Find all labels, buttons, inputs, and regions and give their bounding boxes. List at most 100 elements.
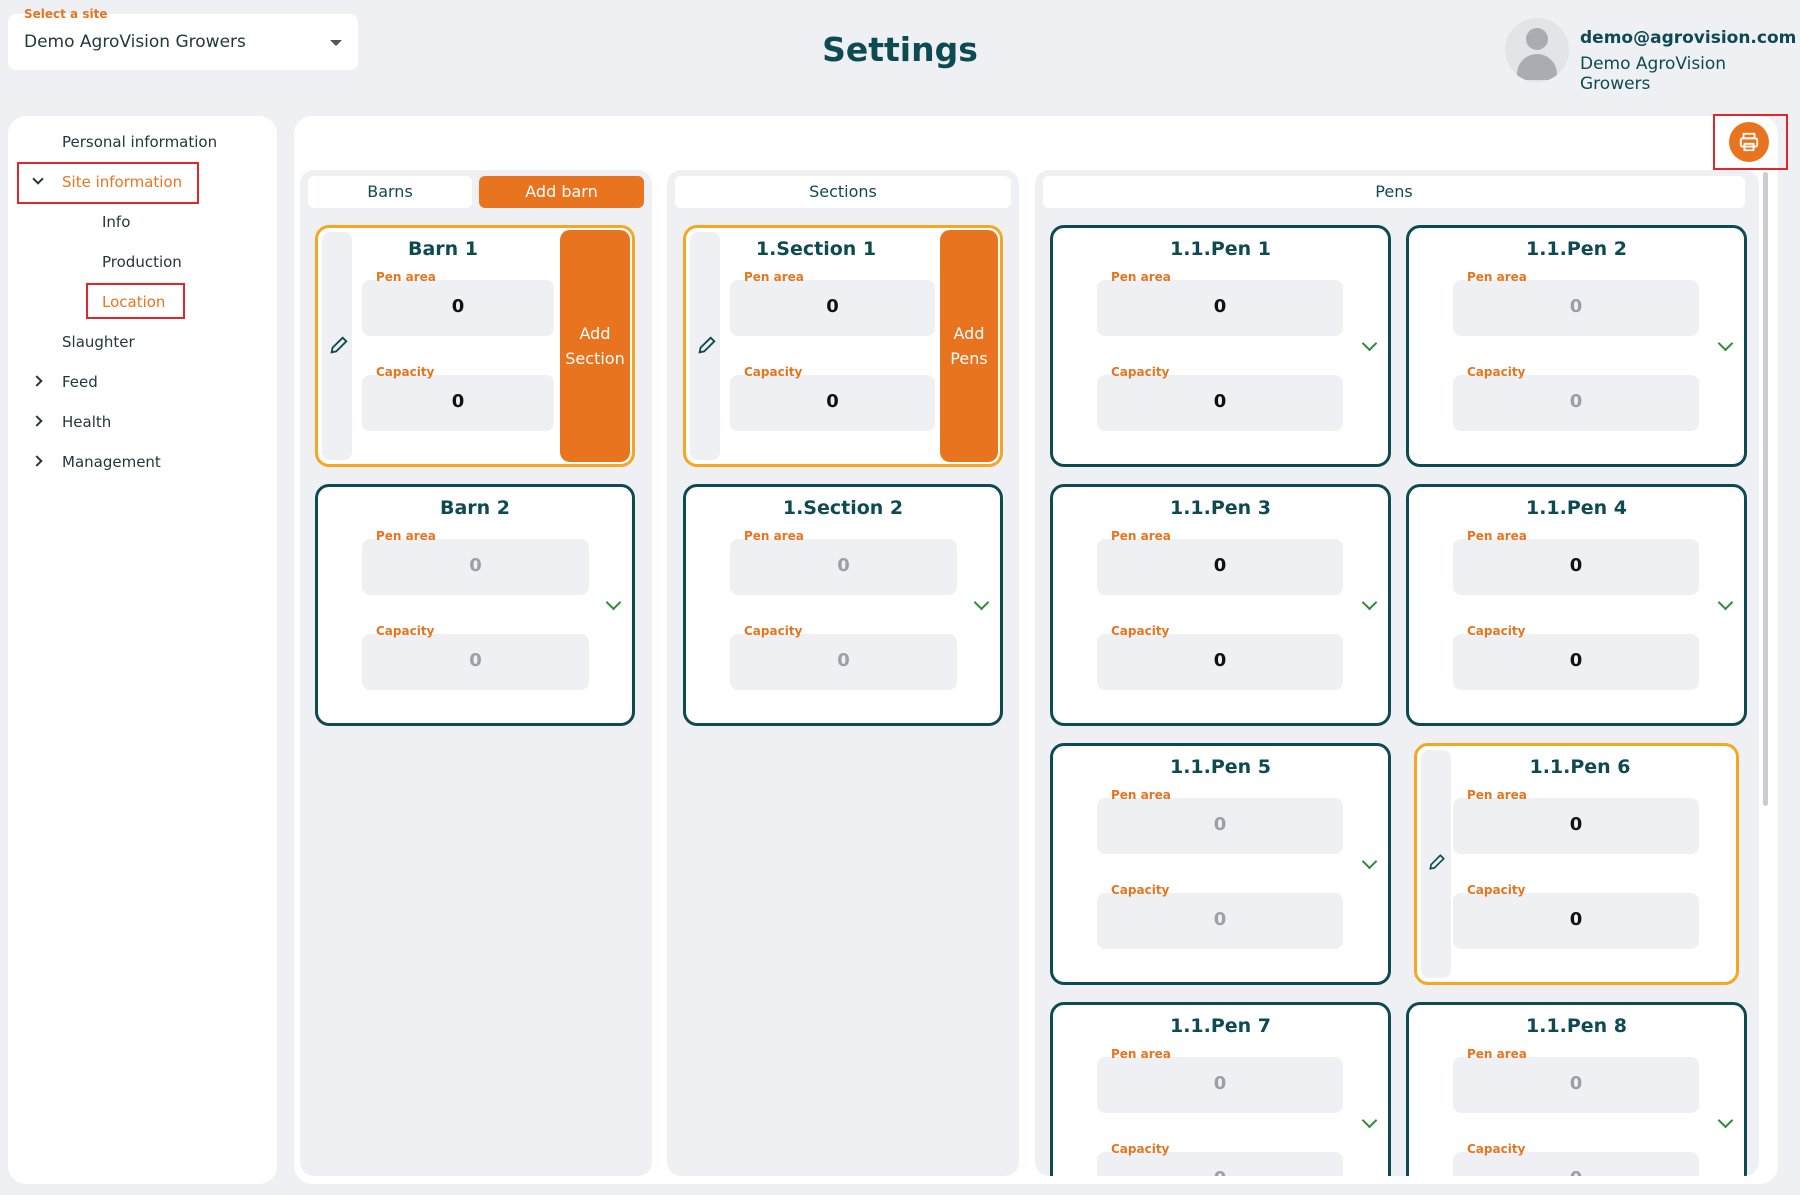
capacity-field[interactable]: Capacity 0 <box>1097 1142 1343 1176</box>
field-value: 0 <box>826 391 839 412</box>
section-card[interactable]: 1.Section 1 Pen area 0 Capacity 0 Add Pen… <box>683 225 1003 467</box>
field-label: Pen area <box>376 529 436 543</box>
field-value: 0 <box>1097 1168 1343 1176</box>
pen-area-field[interactable]: Pen area 0 <box>730 270 935 336</box>
site-select-label: Select a site <box>24 7 108 21</box>
barn-card[interactable]: Barn 2 Pen area 0 Capacity 0 <box>315 484 635 726</box>
capacity-field[interactable]: Capacity 0 <box>1453 1142 1699 1176</box>
pen-area-field[interactable]: Pen area 0 <box>1453 1047 1699 1113</box>
chevron-down-icon[interactable] <box>973 594 990 611</box>
pen-card[interactable]: 1.1.Pen 5 Pen area 0 Capacity 0 <box>1050 743 1391 985</box>
sidebar-item-health[interactable]: Health <box>62 413 111 431</box>
capacity-field[interactable]: Capacity 0 <box>362 624 589 690</box>
pen-card[interactable]: 1.1.Pen 4 Pen area 0 Capacity 0 <box>1406 484 1747 726</box>
card-title: 1.1.Pen 2 <box>1525 238 1628 260</box>
pen-area-field[interactable]: Pen area 0 <box>1097 1047 1343 1113</box>
sidebar-item-slaughter[interactable]: Slaughter <box>62 333 135 351</box>
tab-barns[interactable]: Barns <box>308 176 472 208</box>
pen-area-field[interactable]: Pen area 0 <box>1097 788 1343 854</box>
add-pens-button[interactable]: Add Pens <box>940 230 998 462</box>
pen-card[interactable]: 1.1.Pen 2 Pen area 0 Capacity 0 <box>1406 225 1747 467</box>
add-section-button[interactable]: Add Section <box>560 230 630 462</box>
chevron-down-icon[interactable] <box>1361 335 1378 352</box>
pen-area-field[interactable]: Pen area 0 <box>1453 270 1699 336</box>
field-value: 0 <box>1213 909 1227 930</box>
highlight-box <box>86 283 185 319</box>
field-label: Pen area <box>1467 529 1527 543</box>
field-value: 0 <box>1569 555 1583 576</box>
capacity-field[interactable]: Capacity 0 <box>1097 883 1343 949</box>
pen-area-field[interactable]: Pen area 0 <box>362 529 589 595</box>
field-value: 0 <box>837 650 850 671</box>
sidebar-item-management[interactable]: Management <box>62 453 161 471</box>
capacity-field[interactable]: Capacity 0 <box>730 624 957 690</box>
sidebar-item-production[interactable]: Production <box>102 253 182 271</box>
add-barn-button[interactable]: Add barn <box>479 176 644 208</box>
pen-area-field[interactable]: Pen area 0 <box>1453 529 1699 595</box>
user-email: demo@agrovision.com <box>1580 28 1797 48</box>
chevron-down-icon[interactable] <box>1361 1112 1378 1129</box>
section-card[interactable]: 1.Section 2 Pen area 0 Capacity 0 <box>683 484 1003 726</box>
capacity-field[interactable]: Capacity 0 <box>1097 624 1343 690</box>
card-title: 1.1.Pen 6 <box>1529 756 1631 778</box>
field-value: 0 <box>451 391 465 412</box>
pencil-icon[interactable] <box>1427 852 1447 872</box>
field-label: Capacity <box>1111 883 1170 897</box>
card-title: 1.Section 2 <box>782 497 904 519</box>
field-label: Pen area <box>744 529 804 543</box>
chevron-down-icon[interactable] <box>1717 594 1734 611</box>
pen-area-field[interactable]: Pen area 0 <box>730 529 957 595</box>
pen-area-field[interactable]: Pen area 0 <box>1097 270 1343 336</box>
pen-card[interactable]: 1.1.Pen 7 Pen area 0 Capacity 0 <box>1050 1002 1391 1176</box>
capacity-field[interactable]: Capacity 0 <box>1453 883 1699 949</box>
capacity-field[interactable]: Capacity 0 <box>1097 365 1343 431</box>
chevron-down-icon[interactable] <box>605 594 622 611</box>
pen-card[interactable]: 1.1.Pen 1 Pen area 0 Capacity 0 <box>1050 225 1391 467</box>
capacity-field[interactable]: Capacity 0 <box>362 365 554 431</box>
scrollbar[interactable] <box>1763 172 1768 806</box>
sidebar-item-personal-information[interactable]: Personal information <box>62 133 217 151</box>
chevron-down-icon[interactable] <box>1361 594 1378 611</box>
capacity-field[interactable]: Capacity 0 <box>1453 624 1699 690</box>
field-value: 0 <box>1453 1168 1699 1176</box>
pen-card[interactable]: 1.1.Pen 6 Pen area 0 Capacity 0 <box>1414 743 1739 985</box>
chevron-down-icon[interactable] <box>1361 853 1378 870</box>
pencil-icon[interactable] <box>328 334 350 356</box>
pen-area-field[interactable]: Pen area 0 <box>362 270 554 336</box>
field-value: 0 <box>1213 814 1227 835</box>
capacity-field[interactable]: Capacity 0 <box>730 365 935 431</box>
capacity-field[interactable]: Capacity 0 <box>1453 365 1699 431</box>
field-label: Pen area <box>1111 1047 1171 1061</box>
pencil-icon[interactable] <box>696 334 718 356</box>
field-label: Pen area <box>1467 788 1527 802</box>
field-value: 0 <box>1569 650 1583 671</box>
field-label: Pen area <box>1467 1047 1527 1061</box>
field-label: Capacity <box>1111 365 1170 379</box>
field-label: Capacity <box>744 365 803 379</box>
pen-area-field[interactable]: Pen area 0 <box>1453 788 1699 854</box>
chevron-down-icon[interactable] <box>1717 335 1734 352</box>
sidebar-item-feed[interactable]: Feed <box>62 373 98 391</box>
pen-card[interactable]: 1.1.Pen 3 Pen area 0 Capacity 0 <box>1050 484 1391 726</box>
sections-column: Sections 1.Section 1 Pen area 0 Capacity… <box>667 170 1019 1176</box>
highlight-box <box>1713 114 1788 170</box>
field-value: 0 <box>837 555 850 576</box>
field-value: 0 <box>1569 391 1583 412</box>
card-title: 1.1.Pen 8 <box>1525 1015 1628 1037</box>
avatar[interactable] <box>1505 18 1569 82</box>
barn-card[interactable]: Barn 1 Pen area 0 Capacity 0 Add Section <box>315 225 635 467</box>
field-label: Capacity <box>376 624 435 638</box>
sidebar-item-info[interactable]: Info <box>102 213 130 231</box>
card-title: Barn 2 <box>439 497 511 519</box>
sidebar <box>8 116 277 1184</box>
field-value: 0 <box>1569 1073 1583 1094</box>
pen-area-field[interactable]: Pen area 0 <box>1097 529 1343 595</box>
pen-card[interactable]: 1.1.Pen 8 Pen area 0 Capacity 0 <box>1406 1002 1747 1176</box>
user-site: Demo AgroVision Growers <box>1580 54 1727 94</box>
field-label: Capacity <box>1467 883 1526 897</box>
pens-column: Pens 1.1.Pen 1 Pen area 0 Capacity 0 1.1… <box>1035 170 1759 1176</box>
card-title: 1.1.Pen 5 <box>1169 756 1272 778</box>
chevron-down-icon[interactable] <box>1717 1112 1734 1129</box>
field-value: 0 <box>451 296 465 317</box>
field-label: Pen area <box>376 270 436 284</box>
